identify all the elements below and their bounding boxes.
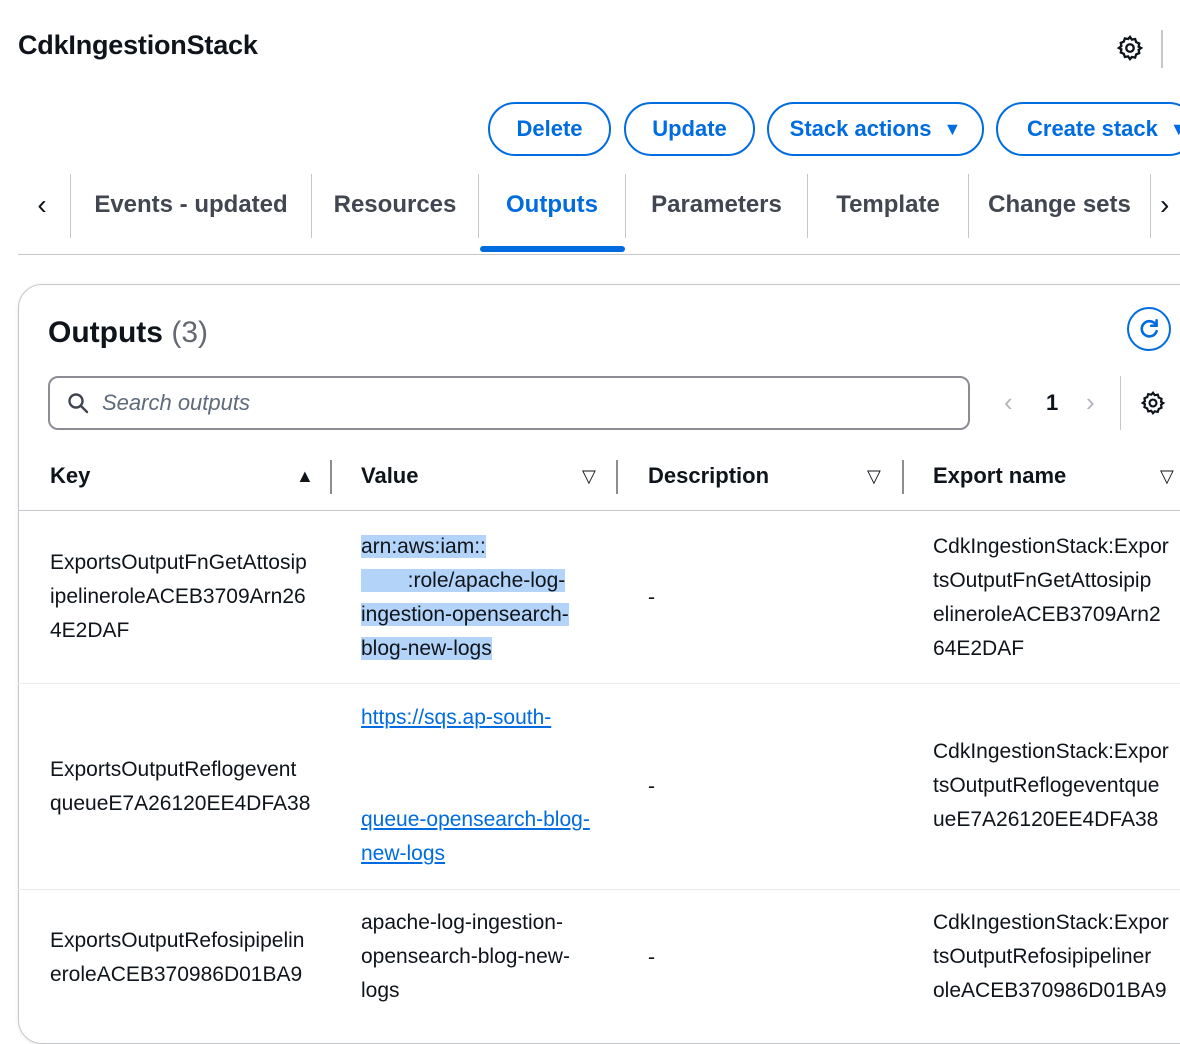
table-row-2-description: - <box>648 775 655 798</box>
update-button-label: Update <box>652 116 727 141</box>
create-stack-label: Create stack <box>1027 116 1158 141</box>
search-input[interactable] <box>100 389 944 417</box>
outputs-count: (3) <box>171 316 208 349</box>
column-resizer[interactable] <box>616 460 618 494</box>
column-header-description[interactable]: Description <box>648 463 769 489</box>
column-resizer[interactable] <box>902 460 904 494</box>
search-box[interactable] <box>48 376 970 430</box>
pagination-page-1[interactable]: 1 <box>1046 390 1058 416</box>
delete-button[interactable]: Delete <box>488 102 611 156</box>
column-header-key[interactable]: Key <box>50 463 90 489</box>
caret-down-icon: ▼ <box>943 118 962 139</box>
tabs-divider <box>18 254 1180 255</box>
page-title: CdkIngestionStack <box>18 30 258 60</box>
table-row-1-description: - <box>648 586 655 609</box>
gear-icon[interactable] <box>1140 390 1166 416</box>
pagination-next-icon[interactable]: › <box>1086 387 1095 418</box>
column-header-export-name[interactable]: Export name <box>933 463 1066 489</box>
table-row-3-key: ExportsOutputRefosipipelin eroleACEB3709… <box>50 929 305 986</box>
tab-scroll-left-icon[interactable]: ‹ <box>24 172 60 238</box>
refresh-button[interactable] <box>1127 307 1171 351</box>
table-row-2-key: ExportsOutputReflogevent queueE7A26120EE… <box>50 758 311 815</box>
search-icon <box>68 393 89 414</box>
header-divider <box>1161 30 1163 68</box>
stack-actions-label: Stack actions <box>789 116 932 141</box>
tab-bar: ‹ Events - updated Resources Outputs Par… <box>0 172 1180 256</box>
column-resizer[interactable] <box>330 460 332 494</box>
table-row-3-description: - <box>648 946 655 969</box>
table-row-2-value-link[interactable]: https://sqs.ap-south- queue-opensearch-b… <box>361 701 601 871</box>
sort-ascending-icon[interactable]: ▲ <box>296 466 314 487</box>
tab-scroll-right-icon[interactable]: › <box>1160 172 1180 238</box>
stack-actions-button[interactable]: Stack actions ▼ <box>767 102 984 156</box>
table-header-divider <box>18 510 1180 511</box>
refresh-icon <box>1140 319 1158 338</box>
outputs-title: Outputs <box>48 316 163 349</box>
tab-outputs[interactable]: Outputs <box>479 172 625 238</box>
delete-button-label: Delete <box>516 116 583 141</box>
pagination-divider <box>1120 376 1121 430</box>
pagination-prev-icon[interactable]: ‹ <box>1004 387 1013 418</box>
caret-down-icon: ▼ <box>1169 118 1180 139</box>
outputs-heading: Outputs (3) <box>48 316 208 350</box>
table-row-3-value: apache-log-ingestion- opensearch-blog-ne… <box>361 911 570 1002</box>
row-divider <box>18 683 1180 684</box>
table-row-1-export-name: CdkIngestionStack:Expor tsOutputFnGetAtt… <box>933 535 1169 660</box>
tab-resources[interactable]: Resources <box>312 172 478 238</box>
create-stack-button[interactable]: Create stack ▼ <box>996 102 1180 156</box>
tab-events[interactable]: Events - updated <box>71 172 311 238</box>
tab-parameters[interactable]: Parameters <box>626 172 807 238</box>
active-tab-indicator <box>480 246 625 252</box>
sort-icon[interactable]: ▽ <box>1160 466 1174 487</box>
gear-icon[interactable] <box>1116 34 1144 62</box>
sort-icon[interactable]: ▽ <box>867 466 881 487</box>
table-row-2-export-name: CdkIngestionStack:Expor tsOutputReflogev… <box>933 740 1169 831</box>
sort-icon[interactable]: ▽ <box>582 466 596 487</box>
update-button[interactable]: Update <box>624 102 755 156</box>
table-row-3-export-name: CdkIngestionStack:Expor tsOutputRefosipi… <box>933 911 1169 1002</box>
table-row-1-key: ExportsOutputFnGetAttosip ipelineroleACE… <box>50 551 307 642</box>
tab-template[interactable]: Template <box>808 172 968 238</box>
tab-change-sets[interactable]: Change sets <box>969 172 1150 238</box>
row-divider <box>18 889 1180 890</box>
table-row-1-value: arn:aws:iam:: :role/apache-log- ingestio… <box>361 535 569 660</box>
column-header-value[interactable]: Value <box>361 463 418 489</box>
